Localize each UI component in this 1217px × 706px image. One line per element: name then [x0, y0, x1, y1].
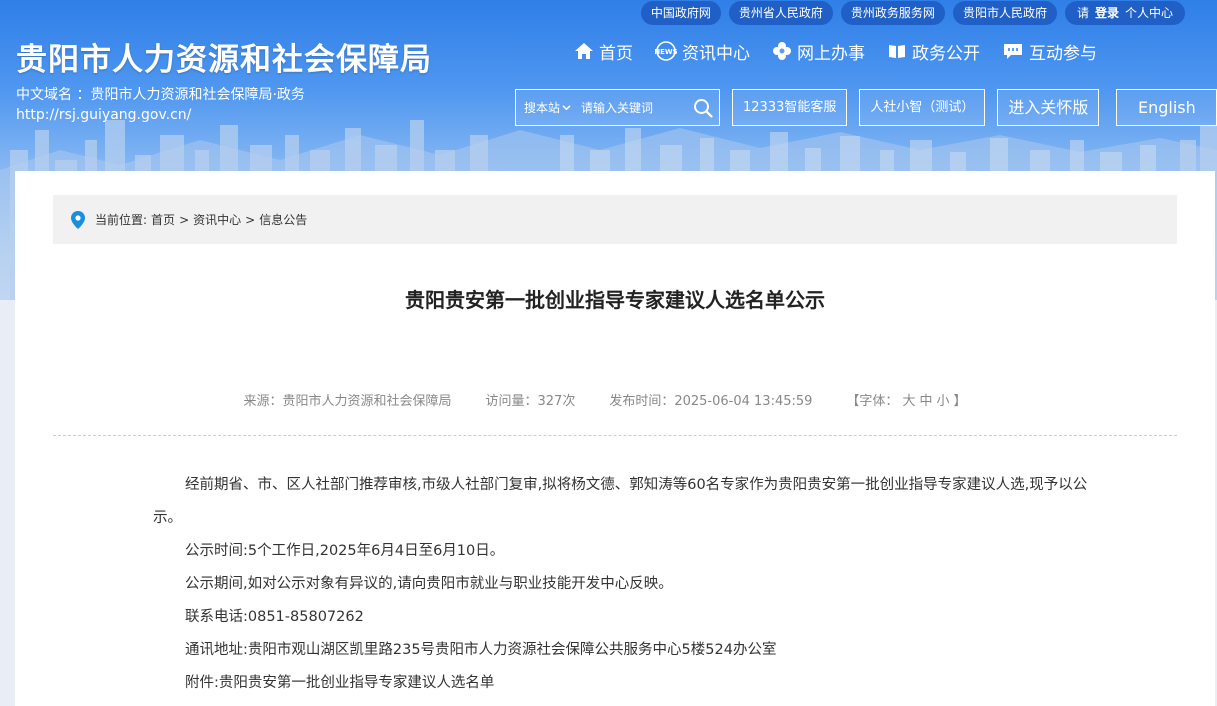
breadcrumb-prefix: 当前位置: — [95, 213, 148, 227]
article-meta: 来源：贵阳市人力资源和社会保障局 访问量：327次 发布时间：2025-06-0… — [15, 390, 1215, 409]
search-input[interactable] — [581, 100, 693, 115]
breadcrumb: 当前位置: 首页 > 资讯中心 > 信息公告 — [53, 195, 1177, 244]
location-pin-icon — [71, 210, 85, 229]
breadcrumb-separator: > — [245, 212, 256, 227]
domain-url[interactable]: http://rsj.guiyang.gov.cn/ — [16, 105, 305, 125]
flower-icon — [773, 42, 791, 60]
breadcrumb-separator: > — [179, 212, 190, 227]
main-content: 当前位置: 首页 > 资讯中心 > 信息公告 贵阳贵安第一批创业指导专家建议人选… — [15, 171, 1215, 706]
nav-item-interaction[interactable]: 互动参与 — [998, 36, 1115, 66]
nav-item-label: 网上办事 — [797, 43, 865, 64]
news-icon: NEWS — [655, 41, 677, 61]
nav-item-news[interactable]: NEWS 资讯中心 — [651, 36, 768, 66]
article-title: 贵阳贵安第一批创业指导专家建议人选名单公示 — [405, 288, 825, 312]
care-mode-button[interactable]: 进入关怀版 — [997, 89, 1100, 126]
font-size-label-close: 】 — [953, 394, 967, 409]
article-paragraph: 联系电话:0851-85807262 — [185, 609, 364, 625]
book-icon — [889, 45, 905, 58]
toplink-china-gov[interactable]: 中国政府网 — [640, 1, 721, 25]
nav-item-gov-info[interactable]: 政务公开 — [883, 36, 998, 66]
article-paragraph: 公示时间:5个工作日,2025年6月4日至6月10日。 — [185, 543, 505, 559]
toplink-guizhou-gov[interactable]: 贵州省人民政府 — [728, 1, 833, 25]
login-prefix: 请 — [1076, 6, 1089, 20]
nav-item-label: 资讯中心 — [682, 43, 750, 64]
login-bar: 请 登录 个人中心 — [1064, 1, 1185, 25]
search-scope-dropdown[interactable]: 搜本站 — [524, 99, 571, 116]
breadcrumb-announcements[interactable]: 信息公告 — [259, 211, 307, 228]
nav-item-label: 政务公开 — [912, 43, 980, 64]
font-large-button[interactable]: 大 — [902, 390, 915, 409]
domain-label: 中文域名 ：贵阳市人力资源和社会保障局·政务 — [16, 87, 305, 103]
site-domain: 中文域名 ：贵阳市人力资源和社会保障局·政务 http://rsj.guiyan… — [16, 85, 305, 125]
main-nav: 首页 NEWS 资讯中心 网上办事 政务公开 互动参与 — [570, 36, 1115, 66]
search-box: 搜本站 — [515, 89, 720, 126]
home-icon — [575, 43, 593, 59]
divider — [53, 435, 1177, 436]
nav-item-online-service[interactable]: 网上办事 — [768, 36, 883, 66]
article-publish-time: 发布时间：2025-06-04 13:45:59 — [609, 394, 813, 409]
chat-icon — [1004, 44, 1022, 59]
font-size-label-open: 【字体： — [846, 394, 899, 409]
english-button[interactable]: English — [1116, 89, 1217, 126]
font-size-selector: 【字体： 大 中 小 】 — [846, 390, 966, 409]
search-icon[interactable] — [693, 98, 713, 118]
ai-assistant-button[interactable]: 人社小智（测试） — [859, 89, 986, 126]
service-12333-button[interactable]: 12333智能客服 — [732, 89, 848, 126]
toplink-guizhou-service[interactable]: 贵州政务服务网 — [840, 1, 945, 25]
article-paragraph: 通讯地址:贵阳市观山湖区凯里路235号贵阳市人力资源社会保障公共服务中心5楼52… — [185, 642, 777, 658]
nav-item-label: 首页 — [599, 43, 633, 64]
site-title[interactable]: 贵阳市人力资源和社会保障局 — [16, 34, 432, 79]
breadcrumb-news-center[interactable]: 资讯中心 — [193, 211, 241, 228]
article-paragraph: 公示期间,如对公示对象有异议的,请向贵阳市就业与职业技能开发中心反映。 — [185, 576, 673, 592]
toplink-guiyang-gov[interactable]: 贵阳市人民政府 — [952, 1, 1057, 25]
article-source: 来源：贵阳市人力资源和社会保障局 — [243, 394, 452, 409]
header-tools: 搜本站 12333智能客服 人社小智（测试） 进入关怀版 English — [515, 89, 1217, 126]
nav-item-home[interactable]: 首页 — [570, 36, 651, 66]
top-links-bar: 中国政府网 贵州省人民政府 贵州政务服务网 贵阳市人民政府 请 登录 个人中心 — [640, 1, 1185, 25]
chevron-down-icon — [562, 105, 571, 111]
breadcrumb-home[interactable]: 首页 — [151, 211, 175, 228]
attachment-link[interactable]: 附件:贵阳贵安第一批创业指导专家建议人选名单 — [153, 667, 1093, 700]
nav-item-label: 互动参与 — [1029, 43, 1097, 64]
font-medium-button[interactable]: 中 — [919, 390, 932, 409]
login-link[interactable]: 登录 — [1095, 1, 1119, 25]
article-paragraph: 经前期省、市、区人社部门推荐审核,市级人社部门复审,拟将杨文德、郭知涛等60名专… — [153, 477, 1088, 526]
font-small-button[interactable]: 小 — [936, 390, 949, 409]
article-body: 经前期省、市、区人社部门推荐审核,市级人社部门复审,拟将杨文德、郭知涛等60名专… — [153, 469, 1093, 700]
article-views: 访问量：327次 — [485, 394, 576, 409]
personal-center-link[interactable]: 个人中心 — [1125, 1, 1173, 25]
svg-text:NEWS: NEWS — [655, 48, 677, 56]
search-scope-label: 搜本站 — [524, 101, 561, 115]
